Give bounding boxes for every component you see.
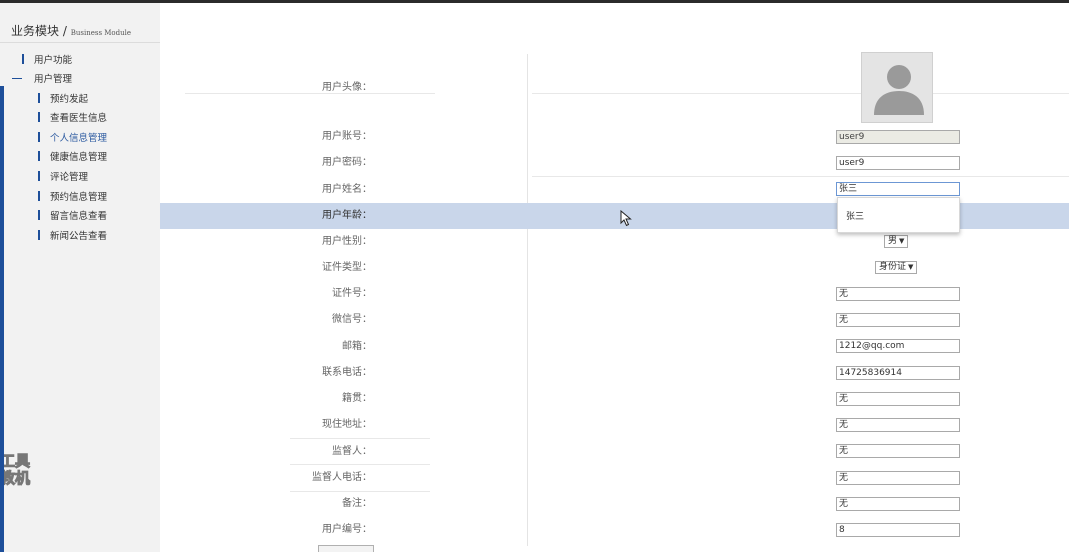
id-type-select-value: 身份证 <box>879 262 907 272</box>
sidebar: 业务模块 / Business Module 用户功能 用户管理 预约发起 查看… <box>0 3 160 552</box>
person-silhouette-icon <box>862 53 932 122</box>
field-label: 证件类型： <box>322 262 372 273</box>
avatar[interactable] <box>861 52 933 123</box>
sidebar-item-doctor-info[interactable]: 查看医生信息 <box>38 110 107 126</box>
remark-field[interactable]: 无 <box>836 497 960 511</box>
menu-bar-icon <box>38 191 40 201</box>
native-place-field[interactable]: 无 <box>836 392 960 406</box>
menu-bar-icon <box>38 151 40 161</box>
watermark-line: 工具 <box>0 452 31 470</box>
field-label: 用户年龄： <box>322 210 372 221</box>
address-field[interactable]: 无 <box>836 418 960 432</box>
left-edge-accent <box>0 86 4 552</box>
menu-bar-icon <box>38 171 40 181</box>
sidebar-item-label: 用户功能 <box>34 55 73 66</box>
menu-bar-icon <box>38 210 40 220</box>
wechat-field[interactable]: 无 <box>836 313 960 327</box>
field-label: 邮箱： <box>342 341 372 352</box>
user-id-field[interactable]: 8 <box>836 523 960 537</box>
sidebar-item-comments[interactable]: 评论管理 <box>38 169 88 185</box>
dropdown-arrow-icon: ▼ <box>908 263 914 271</box>
sidebar-item-label: 评论管理 <box>50 172 89 183</box>
sidebar-item-label: 预约发起 <box>50 94 89 105</box>
account-field[interactable]: user9 <box>836 130 960 144</box>
mouse-pointer-icon <box>620 209 632 230</box>
sidebar-title-separator: / <box>62 24 67 38</box>
menu-bar-icon <box>38 230 40 240</box>
sidebar-title-cn: 业务模块 <box>11 24 60 38</box>
sidebar-item-appointment-info[interactable]: 预约信息管理 <box>38 189 107 205</box>
field-label: 证件号： <box>332 288 372 299</box>
field-label: 备注： <box>342 498 372 509</box>
menu-bar-icon <box>38 132 40 142</box>
field-label: 监督人： <box>332 446 372 457</box>
sidebar-item-label: 查看医生信息 <box>50 113 108 124</box>
sidebar-item-label: 预约信息管理 <box>50 192 108 203</box>
sidebar-item-news[interactable]: 新闻公告查看 <box>38 228 107 244</box>
guardian-field[interactable]: 无 <box>836 444 960 458</box>
sidebar-item-label: 留言信息查看 <box>50 211 108 222</box>
top-bar <box>0 0 1069 3</box>
sidebar-item-personal-info[interactable]: 个人信息管理 <box>38 130 107 146</box>
menu-bar-icon <box>22 54 24 64</box>
sidebar-item-health-info[interactable]: 健康信息管理 <box>38 149 107 165</box>
gender-select-value: 男 <box>888 236 898 246</box>
sidebar-item-label: 个人信息管理 <box>50 133 108 144</box>
field-label: 籍贯： <box>342 393 372 404</box>
sidebar-title: 业务模块 / Business Module <box>11 22 131 39</box>
sidebar-item-user-functions[interactable]: 用户功能 <box>22 52 72 68</box>
menu-bar-icon <box>38 93 40 103</box>
sidebar-header: 业务模块 / Business Module <box>0 3 160 43</box>
id-type-select[interactable]: 身份证 ▼ <box>875 261 918 274</box>
form-row-id-type: 证件类型： <box>160 255 1069 281</box>
field-label: 用户编号： <box>322 524 372 535</box>
sidebar-item-label: 用户管理 <box>34 74 73 85</box>
field-label: 用户姓名： <box>322 184 372 195</box>
watermark-line: 教机 <box>0 469 31 487</box>
field-label: 联系电话： <box>322 367 372 378</box>
sidebar-item-label: 新闻公告查看 <box>50 231 108 242</box>
sidebar-title-en: Business Module <box>70 29 132 37</box>
dropdown-arrow-icon: ▼ <box>899 237 905 245</box>
password-field[interactable]: user9 <box>836 156 960 170</box>
autocomplete-dropdown: 张三 <box>837 197 960 233</box>
gender-select[interactable]: 男 ▼ <box>884 235 909 248</box>
guardian-phone-field[interactable]: 无 <box>836 471 960 485</box>
id-number-field[interactable]: 无 <box>836 287 960 301</box>
collapse-dash-icon <box>12 77 22 79</box>
field-label: 监督人电话： <box>312 472 372 483</box>
field-label: 用户账号： <box>322 131 372 142</box>
sidebar-item-messages[interactable]: 留言信息查看 <box>38 208 107 224</box>
submit-button[interactable] <box>318 545 374 552</box>
field-label: 现住地址： <box>322 419 372 430</box>
field-label: 用户性别： <box>322 236 372 247</box>
sidebar-item-appointment-create[interactable]: 预约发起 <box>38 91 88 107</box>
field-label: 用户头像： <box>322 82 372 93</box>
sidebar-item-label: 健康信息管理 <box>50 152 108 163</box>
field-label: 用户密码： <box>322 157 372 168</box>
watermark: 工具 教机 <box>0 452 31 487</box>
email-field[interactable]: 1212@qq.com <box>836 339 960 353</box>
sidebar-item-user-management[interactable]: 用户管理 <box>12 71 72 87</box>
name-field[interactable]: 张三 <box>836 182 960 196</box>
field-label: 微信号： <box>332 314 372 325</box>
phone-field[interactable]: 14725836914 <box>836 366 960 380</box>
autocomplete-option[interactable]: 张三 <box>846 209 864 222</box>
menu-bar-icon <box>38 112 40 122</box>
